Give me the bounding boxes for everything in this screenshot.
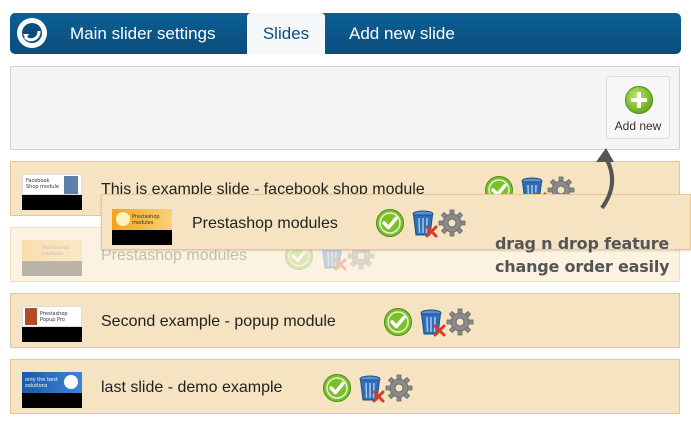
annotation-line-2: change order easily <box>495 257 670 276</box>
slide-thumbnail: Prestashop modules <box>22 240 82 276</box>
delete-trash-icon[interactable] <box>409 208 439 238</box>
slide-title: Prestashop modules <box>192 215 338 232</box>
annotation-line-1: drag n drop feature <box>495 234 670 253</box>
curved-arrow-icon <box>596 148 614 210</box>
tab-slides[interactable]: Slides <box>247 13 325 54</box>
delete-trash-icon[interactable] <box>356 373 386 403</box>
enable-check-icon[interactable] <box>383 307 413 337</box>
settings-gear-icon[interactable] <box>445 307 475 337</box>
delete-trash-icon[interactable] <box>417 307 447 337</box>
drag-drop-annotation: drag n drop feature change order easily <box>495 232 670 278</box>
slide-thumbnail: Facebook Shop module <box>22 174 82 210</box>
add-new-label: Add new <box>614 119 662 133</box>
slide-title: last slide - demo example <box>101 379 283 396</box>
slide-thumbnail: Prestashop Popup Pro <box>22 306 82 342</box>
enable-check-icon[interactable] <box>322 373 352 403</box>
plus-circle-icon <box>625 86 653 114</box>
slide-thumbnail: only the best solutions <box>22 372 82 408</box>
add-slide-panel: Add new <box>10 66 680 150</box>
slide-row[interactable]: Prestashop Popup Pro Second example - po… <box>10 293 680 348</box>
settings-gear-icon[interactable] <box>384 373 414 403</box>
slide-thumbnail: Prestashop modules <box>112 209 172 245</box>
enable-check-icon[interactable] <box>375 208 405 238</box>
slide-row[interactable]: only the best solutions last slide - dem… <box>10 359 680 414</box>
settings-gear-icon[interactable] <box>437 208 467 238</box>
refresh-logo-icon <box>17 18 47 48</box>
add-new-button[interactable]: Add new <box>606 76 670 139</box>
tab-main-slider-settings[interactable]: Main slider settings <box>70 13 216 54</box>
tab-add-new-slide[interactable]: Add new slide <box>349 13 455 54</box>
top-nav-bar: Main slider settings Slides Add new slid… <box>10 13 681 54</box>
slide-title: Second example - popup module <box>101 313 336 330</box>
